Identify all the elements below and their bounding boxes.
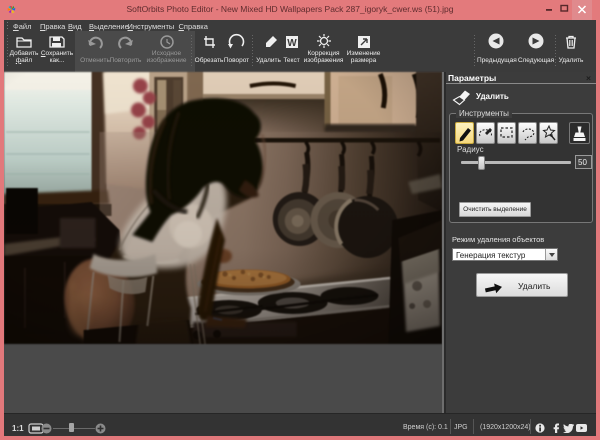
svg-text:W: W <box>287 38 297 49</box>
